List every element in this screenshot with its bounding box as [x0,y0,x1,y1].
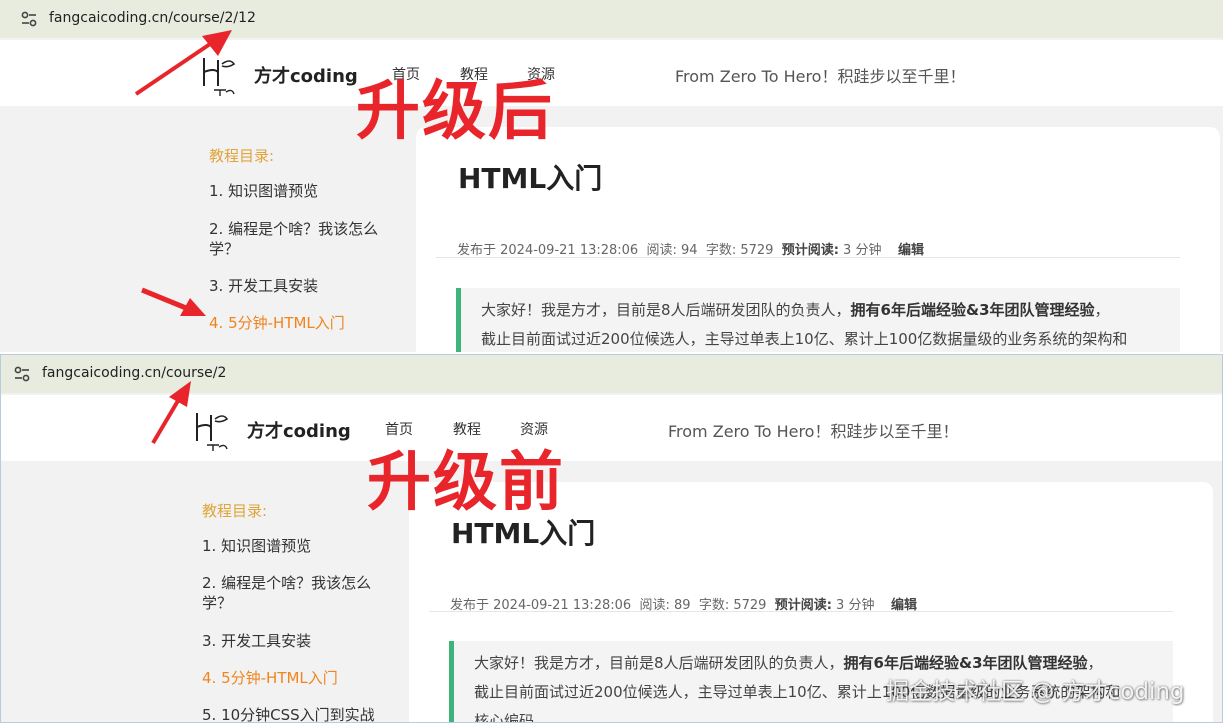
label-before: 升级前 [367,446,565,520]
edit-link[interactable]: 编辑 [898,243,924,258]
intro-line-2: 截止目前面试过近200位候选人，主导过单表上10亿、累计上100亿数据量级的业务… [481,330,1128,348]
intro-text: 大家好！我是方才，目前是8人后端研发团队的负责人， [481,301,851,319]
intro-quote: 大家好！我是方才，目前是8人后端研发团队的负责人，拥有6年后端经验&3年团队管理… [456,288,1180,352]
screenshot-after: fangcaicoding.cn/course/2/12 方才coding 首页… [0,0,1223,352]
est-time: 3 分钟 [843,243,882,258]
est-label: 预计阅读: [781,243,839,258]
intro-highlight: 拥有6年后端经验&3年团队管理经验 [850,301,1095,319]
article-meta: 发布于 2024-09-21 13:28:06 阅读: 94 字数: 5729 … [457,239,924,258]
toc-item-1[interactable]: 1. 知识图谱预览 [202,536,397,556]
brand-name[interactable]: 方才coding [247,417,351,443]
toc-item-2[interactable]: 2. 编程是个啥？我该怎么学？ [209,219,404,259]
arrow-to-url-icon [151,381,191,445]
intro-line-3: 核心编码。 [474,712,550,723]
toc-item-5[interactable]: 5. 10分钟CSS入门到实战 [202,705,397,722]
arrow-to-url-icon [134,30,232,96]
nav-home[interactable]: 首页 [385,419,413,439]
reads-count: 94 [681,243,698,258]
screenshot-before: fangcaicoding.cn/course/2 方才coding 首页 教程… [0,354,1223,723]
brand-name[interactable]: 方才coding [254,62,358,88]
site-slogan: From Zero To Hero！积跬步以至千里！ [668,422,959,441]
url-text[interactable]: fangcaicoding.cn/course/2/12 [49,10,256,26]
meta-divider [436,257,1180,258]
article-title: HTML入门 [458,162,603,195]
toc-item-3[interactable]: 3. 开发工具安装 [202,631,397,651]
intro-comma: ， [1087,654,1103,672]
toc-item-4-active[interactable]: 4. 5分钟-HTML入门 [209,313,404,333]
meta-divider [429,611,1173,612]
toc-item-3[interactable]: 3. 开发工具安装 [209,276,404,296]
toc-item-1[interactable]: 1. 知识图谱预览 [209,181,404,201]
reads-label: 阅读: [646,243,677,258]
intro-highlight: 拥有6年后端经验&3年团队管理经验 [843,654,1088,672]
site-settings-icon[interactable] [20,10,38,28]
site-slogan: From Zero To Hero！积跬步以至千里！ [675,67,966,86]
intro-comma: ， [1094,301,1110,319]
label-after: 升级后 [356,75,554,149]
words-count: 5729 [740,243,774,258]
arrow-to-toc-icon [141,287,206,316]
toc-title: 教程目录: [209,147,275,165]
nav-tutorials[interactable]: 教程 [453,419,481,439]
publish-date: 发布于 2024-09-21 13:28:06 [457,243,639,258]
words-label: 字数: [705,243,737,258]
nav-resources[interactable]: 资源 [520,419,548,439]
article-card: HTML入门 发布于 2024-09-21 13:28:06 阅读: 94 字数… [416,127,1220,352]
toc-item-4-active[interactable]: 4. 5分钟-HTML入门 [202,668,397,688]
site-settings-icon[interactable] [13,365,31,383]
url-text[interactable]: fangcaicoding.cn/course/2 [42,365,226,381]
watermark: 掘金技术社区 @ 方才coding [886,679,1185,705]
toc-title: 教程目录: [202,502,268,520]
toc-item-2[interactable]: 2. 编程是个啥？我该怎么学？ [202,573,397,613]
intro-text: 大家好！我是方才，目前是8人后端研发团队的负责人， [474,654,844,672]
